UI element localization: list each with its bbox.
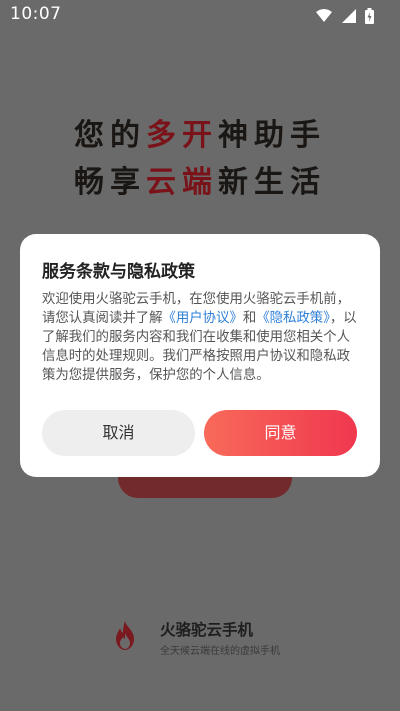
slogan-text: 畅享 [74,165,146,200]
flame-logo-icon [116,621,134,650]
dialog-body: 欢迎使用火骆驼云手机，在您使用火骆驼云手机前，请您认真阅读并了解《用户协议》和《… [42,290,360,385]
slogan-line-1: 您的多开神助手 [0,110,400,154]
dialog-title: 服务条款与隐私政策 [42,262,195,282]
slogan-highlight: 云端 [146,165,218,200]
slogan-text: 您的 [74,118,146,153]
privacy-policy-link[interactable]: 《隐私政策》 [256,311,330,326]
terms-privacy-dialog: 服务条款与隐私政策 欢迎使用火骆驼云手机，在您使用火骆驼云手机前，请您认真阅读并… [20,234,380,477]
slogan-text: 神助手 [218,118,326,153]
brand-name: 火骆驼云手机 [160,621,254,639]
user-agreement-link[interactable]: 《用户协议》 [163,311,243,326]
slogan-text: 新生活 [218,165,326,200]
wifi-icon [316,9,333,22]
status-bar: 10:07 [0,0,400,30]
cancel-button[interactable]: 取消 [42,410,195,456]
dialog-text: 和 [242,311,257,326]
slogan-highlight: 多开 [146,118,218,153]
battery-icon [365,8,374,24]
status-time: 10:07 [10,4,62,24]
status-icons [312,6,374,24]
cellular-signal-icon [341,9,356,23]
slogan-line-2: 畅享云端新生活 [0,157,400,201]
brand-tagline: 全天候云端在线的虚拟手机 [160,646,280,657]
agree-button[interactable]: 同意 [204,410,357,456]
